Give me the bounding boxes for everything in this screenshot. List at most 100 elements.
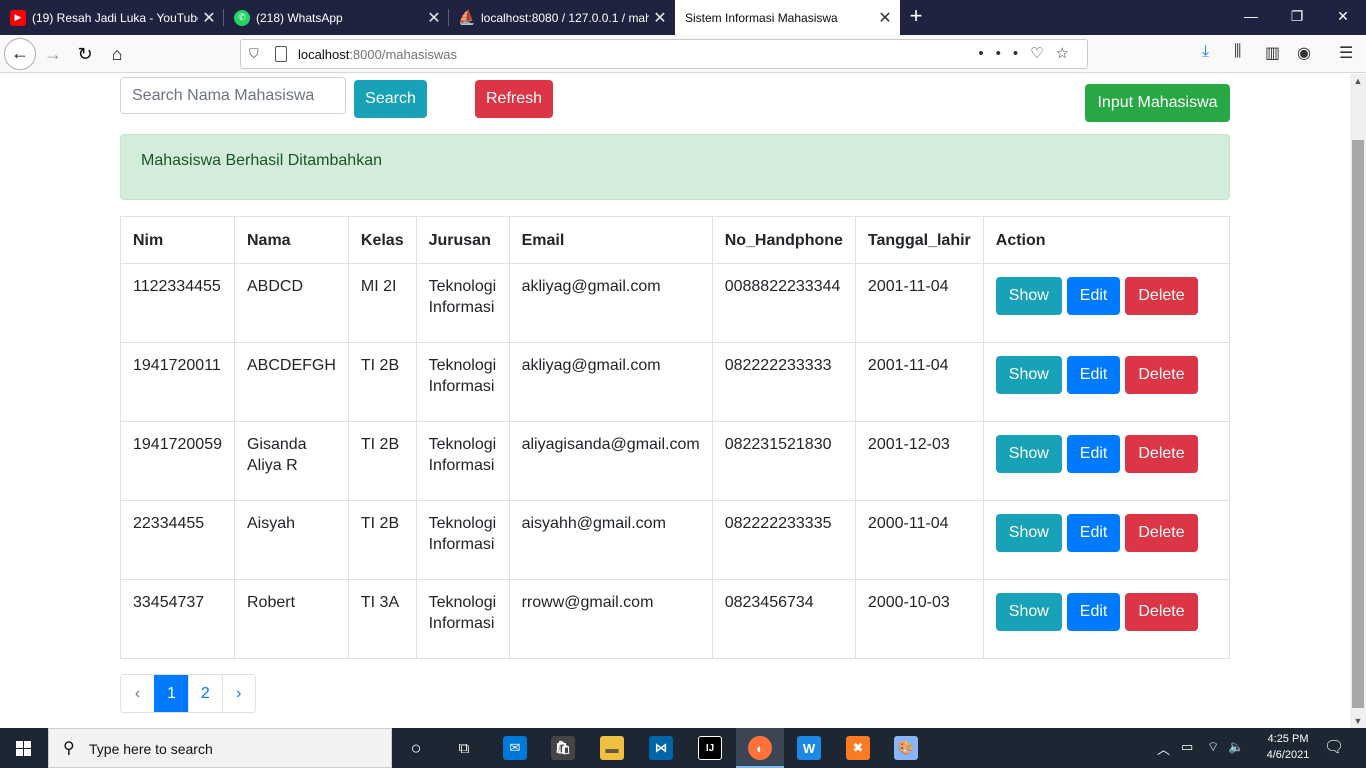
- xampp-icon[interactable]: ✖: [846, 736, 870, 760]
- show-button[interactable]: Show: [995, 435, 1062, 473]
- menu-icon[interactable]: ☰: [1339, 43, 1353, 63]
- new-tab-icon[interactable]: +: [902, 3, 930, 31]
- cell-action: Show Edit Delete: [982, 342, 1231, 422]
- scrollbar-thumb[interactable]: [1352, 140, 1364, 708]
- cell-no-handphone: 082222233333: [711, 342, 856, 422]
- tab-youtube[interactable]: ▶ (19) Resah Jadi Luka - YouTube ✕: [0, 0, 224, 35]
- cell-jurusan: Teknologi Informasi: [415, 263, 510, 343]
- taskbar-search-box[interactable]: ⚲ Type here to search: [48, 728, 392, 768]
- cell-nim: 1941720059: [120, 421, 235, 501]
- download-icon[interactable]: ⤓: [1202, 43, 1209, 61]
- cell-tanggal-lahir: 2000-11-04: [854, 500, 984, 580]
- tab-sistem-informasi[interactable]: Sistem Informasi Mahasiswa ✕: [675, 0, 900, 35]
- table-row: 1941720059 Gisanda Aliya R TI 2B Teknolo…: [120, 421, 1231, 501]
- edit-button[interactable]: Edit: [1066, 435, 1121, 473]
- cell-nama: Robert: [233, 579, 349, 659]
- cell-action: Show Edit Delete: [982, 263, 1231, 343]
- notification-icon[interactable]: 🗨: [1324, 737, 1344, 757]
- search-button[interactable]: Search: [354, 80, 427, 118]
- page-scrollbar[interactable]: ▲ ▼: [1350, 74, 1366, 728]
- delete-button[interactable]: Delete: [1125, 514, 1198, 552]
- minimize-icon[interactable]: —: [1228, 0, 1274, 35]
- cell-nim: 33454737: [120, 579, 235, 659]
- wps-writer-icon[interactable]: W: [797, 736, 821, 760]
- windows-start-icon[interactable]: [0, 728, 48, 768]
- reload-icon[interactable]: ↻: [70, 39, 100, 69]
- paint-icon[interactable]: 🎨: [894, 736, 918, 760]
- cell-nama: Gisanda Aliya R: [233, 421, 349, 501]
- table-header-row: Nim Nama Kelas Jurusan Email No_Handphon…: [120, 216, 1231, 264]
- tab-phpmyadmin[interactable]: ⛵ localhost:8080 / 127.0.0.1 / mahasiswa…: [449, 0, 675, 35]
- alert-message: Mahasiswa Berhasil Ditambahkan: [141, 152, 382, 169]
- firefox-icon[interactable]: ◐: [748, 736, 772, 760]
- system-clock[interactable]: 4:25 PM 4/6/2021: [1258, 731, 1318, 763]
- cell-kelas: TI 2B: [347, 342, 417, 422]
- column-header-nim: Nim: [120, 216, 235, 264]
- home-icon[interactable]: ⌂: [102, 39, 132, 69]
- cell-jurusan: Teknologi Informasi: [415, 579, 510, 659]
- store-icon[interactable]: 🛍: [551, 736, 575, 760]
- url-text[interactable]: localhost:8000/mahasiswas: [298, 47, 457, 62]
- mail-icon[interactable]: ✉: [503, 736, 527, 760]
- pagination-page-1[interactable]: 1: [154, 675, 188, 712]
- table-row: 1122334455 ABDCD MI 2I Teknologi Informa…: [120, 263, 1231, 343]
- show-button[interactable]: Show: [995, 514, 1062, 552]
- window-close-icon[interactable]: ✕: [1320, 0, 1366, 35]
- show-button[interactable]: Show: [995, 356, 1062, 394]
- cell-jurusan: Teknologi Informasi: [415, 500, 510, 580]
- cell-nim: 1941720011: [120, 342, 235, 422]
- edit-button[interactable]: Edit: [1066, 514, 1121, 552]
- edit-button[interactable]: Edit: [1066, 277, 1121, 315]
- pagination-next[interactable]: ›: [221, 675, 255, 712]
- pocket-icon[interactable]: ♡: [1030, 45, 1055, 62]
- youtube-icon: ▶: [10, 9, 26, 26]
- edit-button[interactable]: Edit: [1066, 356, 1121, 394]
- restore-icon[interactable]: ❐: [1274, 0, 1320, 35]
- delete-button[interactable]: Delete: [1125, 277, 1198, 315]
- shield-icon[interactable]: ⛉: [249, 46, 259, 62]
- cortana-icon[interactable]: ○: [404, 736, 428, 760]
- search-input[interactable]: [120, 77, 346, 114]
- chevron-up-icon[interactable]: ︿: [1157, 739, 1170, 758]
- cell-email: akliyag@gmail.com: [508, 263, 713, 343]
- forward-arrow-icon[interactable]: →: [38, 39, 68, 69]
- scroll-down-icon[interactable]: ▼: [1350, 716, 1366, 726]
- intellij-icon[interactable]: IJ: [698, 736, 722, 760]
- edit-button[interactable]: Edit: [1066, 593, 1121, 631]
- volume-icon[interactable]: 🔈: [1228, 739, 1244, 755]
- cell-action: Show Edit Delete: [982, 421, 1231, 501]
- close-icon[interactable]: ✕: [423, 8, 445, 28]
- show-button[interactable]: Show: [995, 277, 1062, 315]
- show-button[interactable]: Show: [995, 593, 1062, 631]
- cell-jurusan: Teknologi Informasi: [415, 342, 510, 422]
- bookmark-star-icon[interactable]: ☆: [1056, 45, 1081, 62]
- delete-button[interactable]: Delete: [1125, 356, 1198, 394]
- wifi-icon[interactable]: ⌔: [1207, 739, 1219, 755]
- back-arrow-icon[interactable]: ←: [4, 38, 36, 70]
- pagination-page-2[interactable]: 2: [187, 675, 222, 712]
- close-icon[interactable]: ✕: [874, 8, 896, 28]
- task-view-icon[interactable]: ⧉: [452, 736, 476, 760]
- clock-date: 4/6/2021: [1266, 749, 1310, 761]
- close-icon[interactable]: ✕: [649, 8, 671, 28]
- vscode-icon[interactable]: ⋈: [649, 736, 673, 760]
- account-icon[interactable]: ◉: [1297, 43, 1311, 63]
- delete-button[interactable]: Delete: [1125, 593, 1198, 631]
- tab-whatsapp[interactable]: ✆ (218) WhatsApp ✕: [224, 0, 449, 35]
- library-icon[interactable]: ⫼: [1234, 43, 1241, 61]
- column-header-email: Email: [508, 216, 713, 264]
- close-icon[interactable]: ✕: [198, 8, 220, 28]
- pagination: ‹ 1 2 ›: [120, 674, 256, 713]
- input-mahasiswa-button[interactable]: Input Mahasiswa: [1085, 84, 1230, 122]
- refresh-button[interactable]: Refresh: [475, 80, 553, 118]
- pagination-prev[interactable]: ‹: [121, 675, 154, 712]
- scroll-up-icon[interactable]: ▲: [1350, 76, 1366, 86]
- more-icon[interactable]: •••: [978, 45, 1030, 62]
- file-explorer-icon[interactable]: ▬: [600, 736, 624, 760]
- battery-icon[interactable]: ▭: [1181, 739, 1193, 755]
- sidebar-icon[interactable]: ▥: [1265, 43, 1280, 63]
- delete-button[interactable]: Delete: [1125, 435, 1198, 473]
- address-bar[interactable]: ⛉ localhost:8000/mahasiswas •••♡☆: [240, 39, 1088, 69]
- whatsapp-icon: ✆: [234, 9, 250, 26]
- navigation-toolbar: ← → ↻ ⌂ ⛉ localhost:8000/mahasiswas •••♡…: [0, 35, 1366, 73]
